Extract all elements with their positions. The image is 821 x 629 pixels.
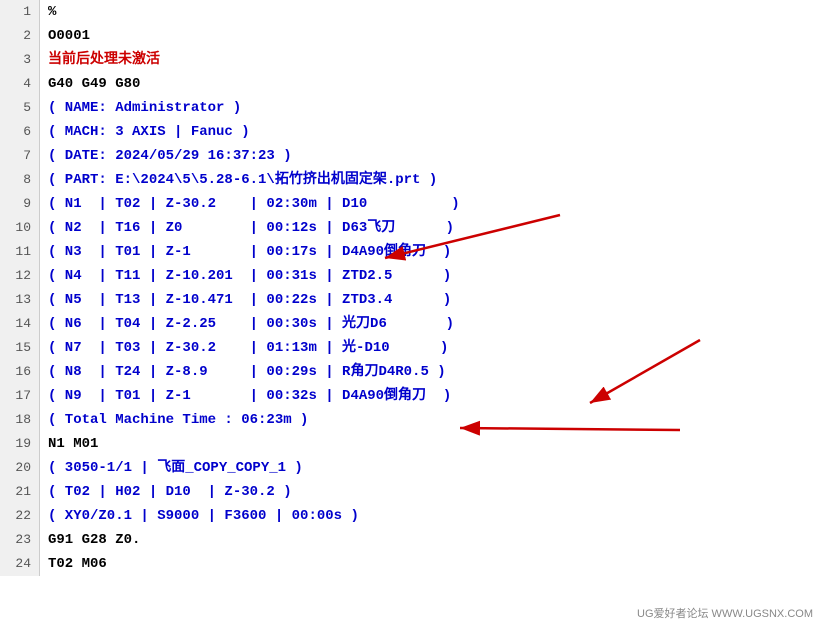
table-row: 18 ( Total Machine Time : 06:23m )	[0, 408, 821, 432]
table-row: 9 ( N1 | T02 | Z-30.2 | 02:30m | D10 )	[0, 192, 821, 216]
table-row: 16 ( N8 | T24 | Z-8.9 | 00:29s | R角刀D4R0.…	[0, 360, 821, 384]
line-content: ( NAME: Administrator )	[48, 96, 241, 120]
table-row: 1%	[0, 0, 821, 24]
line-number: 16	[0, 360, 40, 384]
table-row: 24 T02 M06	[0, 552, 821, 576]
line-content: %	[48, 0, 56, 24]
line-number: 2	[0, 24, 40, 48]
line-content: G91 G28 Z0.	[48, 528, 140, 552]
table-row: 17 ( N9 | T01 | Z-1 | 00:32s | D4A90倒角刀 )	[0, 384, 821, 408]
line-number: 15	[0, 336, 40, 360]
line-number: 22	[0, 504, 40, 528]
line-number: 23	[0, 528, 40, 552]
table-row: 5 ( NAME: Administrator )	[0, 96, 821, 120]
line-content: ( XY0/Z0.1 | S9000 | F3600 | 00:00s )	[48, 504, 359, 528]
table-row: 13 ( N5 | T13 | Z-10.471 | 00:22s | ZTD3.…	[0, 288, 821, 312]
table-row: 10 ( N2 | T16 | Z0 | 00:12s | D63飞刀 )	[0, 216, 821, 240]
line-number: 5	[0, 96, 40, 120]
line-number: 1	[0, 0, 40, 24]
line-number: 10	[0, 216, 40, 240]
table-row: 19 N1 M01	[0, 432, 821, 456]
line-number: 6	[0, 120, 40, 144]
line-content: ( 3050-1/1 | 飞面_COPY_COPY_1 )	[48, 456, 303, 480]
line-content: ( N3 | T01 | Z-1 | 00:17s | D4A90倒角刀 )	[48, 240, 451, 264]
table-row: 23 G91 G28 Z0.	[0, 528, 821, 552]
table-row: 7 ( DATE: 2024/05/29 16:37:23 )	[0, 144, 821, 168]
line-number: 17	[0, 384, 40, 408]
line-number: 13	[0, 288, 40, 312]
line-content: ( N6 | T04 | Z-2.25 | 00:30s | 光刀D6 )	[48, 312, 454, 336]
table-row: 3 当前后处理未激活	[0, 48, 821, 72]
line-content: ( N2 | T16 | Z0 | 00:12s | D63飞刀 )	[48, 216, 454, 240]
line-number: 3	[0, 48, 40, 72]
table-row: 14 ( N6 | T04 | Z-2.25 | 00:30s | 光刀D6 )	[0, 312, 821, 336]
line-number: 7	[0, 144, 40, 168]
line-number: 14	[0, 312, 40, 336]
line-number: 20	[0, 456, 40, 480]
line-number: 4	[0, 72, 40, 96]
line-number: 19	[0, 432, 40, 456]
table-row: 20 ( 3050-1/1 | 飞面_COPY_COPY_1 )	[0, 456, 821, 480]
line-content: ( PART: E:\2024\5\5.28-6.1\拓竹挤出机固定架.prt …	[48, 168, 437, 192]
table-row: 22 ( XY0/Z0.1 | S9000 | F3600 | 00:00s )	[0, 504, 821, 528]
line-number: 18	[0, 408, 40, 432]
line-number: 12	[0, 264, 40, 288]
line-number: 11	[0, 240, 40, 264]
line-content: G40 G49 G80	[48, 72, 140, 96]
line-content: ( N4 | T11 | Z-10.201 | 00:31s | ZTD2.5 …	[48, 264, 451, 288]
line-content: ( DATE: 2024/05/29 16:37:23 )	[48, 144, 292, 168]
line-number: 9	[0, 192, 40, 216]
table-row: 4 G40 G49 G80	[0, 72, 821, 96]
line-number: 24	[0, 552, 40, 576]
line-content: ( T02 | H02 | D10 | Z-30.2 )	[48, 480, 292, 504]
line-number: 21	[0, 480, 40, 504]
line-content: T02 M06	[48, 552, 107, 576]
table-row: 6 ( MACH: 3 AXIS | Fanuc )	[0, 120, 821, 144]
table-row: 11 ( N3 | T01 | Z-1 | 00:17s | D4A90倒角刀 )	[0, 240, 821, 264]
table-row: 15 ( N7 | T03 | Z-30.2 | 01:13m | 光-D10 )	[0, 336, 821, 360]
line-content: ( N5 | T13 | Z-10.471 | 00:22s | ZTD3.4 …	[48, 288, 451, 312]
line-content: ( Total Machine Time : 06:23m )	[48, 408, 308, 432]
line-content: ( N9 | T01 | Z-1 | 00:32s | D4A90倒角刀 )	[48, 384, 451, 408]
line-content: O0001	[48, 24, 90, 48]
code-editor: 1%2O00013当前后处理未激活4G40 G49 G805( NAME: Ad…	[0, 0, 821, 629]
line-content: ( N8 | T24 | Z-8.9 | 00:29s | R角刀D4R0.5 …	[48, 360, 446, 384]
line-content: N1 M01	[48, 432, 98, 456]
line-content: ( N7 | T03 | Z-30.2 | 01:13m | 光-D10 )	[48, 336, 448, 360]
watermark: UG爱好者论坛 WWW.UGSNX.COM	[637, 605, 813, 621]
line-content: ( MACH: 3 AXIS | Fanuc )	[48, 120, 250, 144]
table-row: 2 O0001	[0, 24, 821, 48]
table-row: 21 ( T02 | H02 | D10 | Z-30.2 )	[0, 480, 821, 504]
table-row: 12 ( N4 | T11 | Z-10.201 | 00:31s | ZTD2.…	[0, 264, 821, 288]
line-content: ( N1 | T02 | Z-30.2 | 02:30m | D10 )	[48, 192, 460, 216]
table-row: 8 ( PART: E:\2024\5\5.28-6.1\拓竹挤出机固定架.prt…	[0, 168, 821, 192]
line-number: 8	[0, 168, 40, 192]
line-content: 当前后处理未激活	[48, 48, 160, 72]
